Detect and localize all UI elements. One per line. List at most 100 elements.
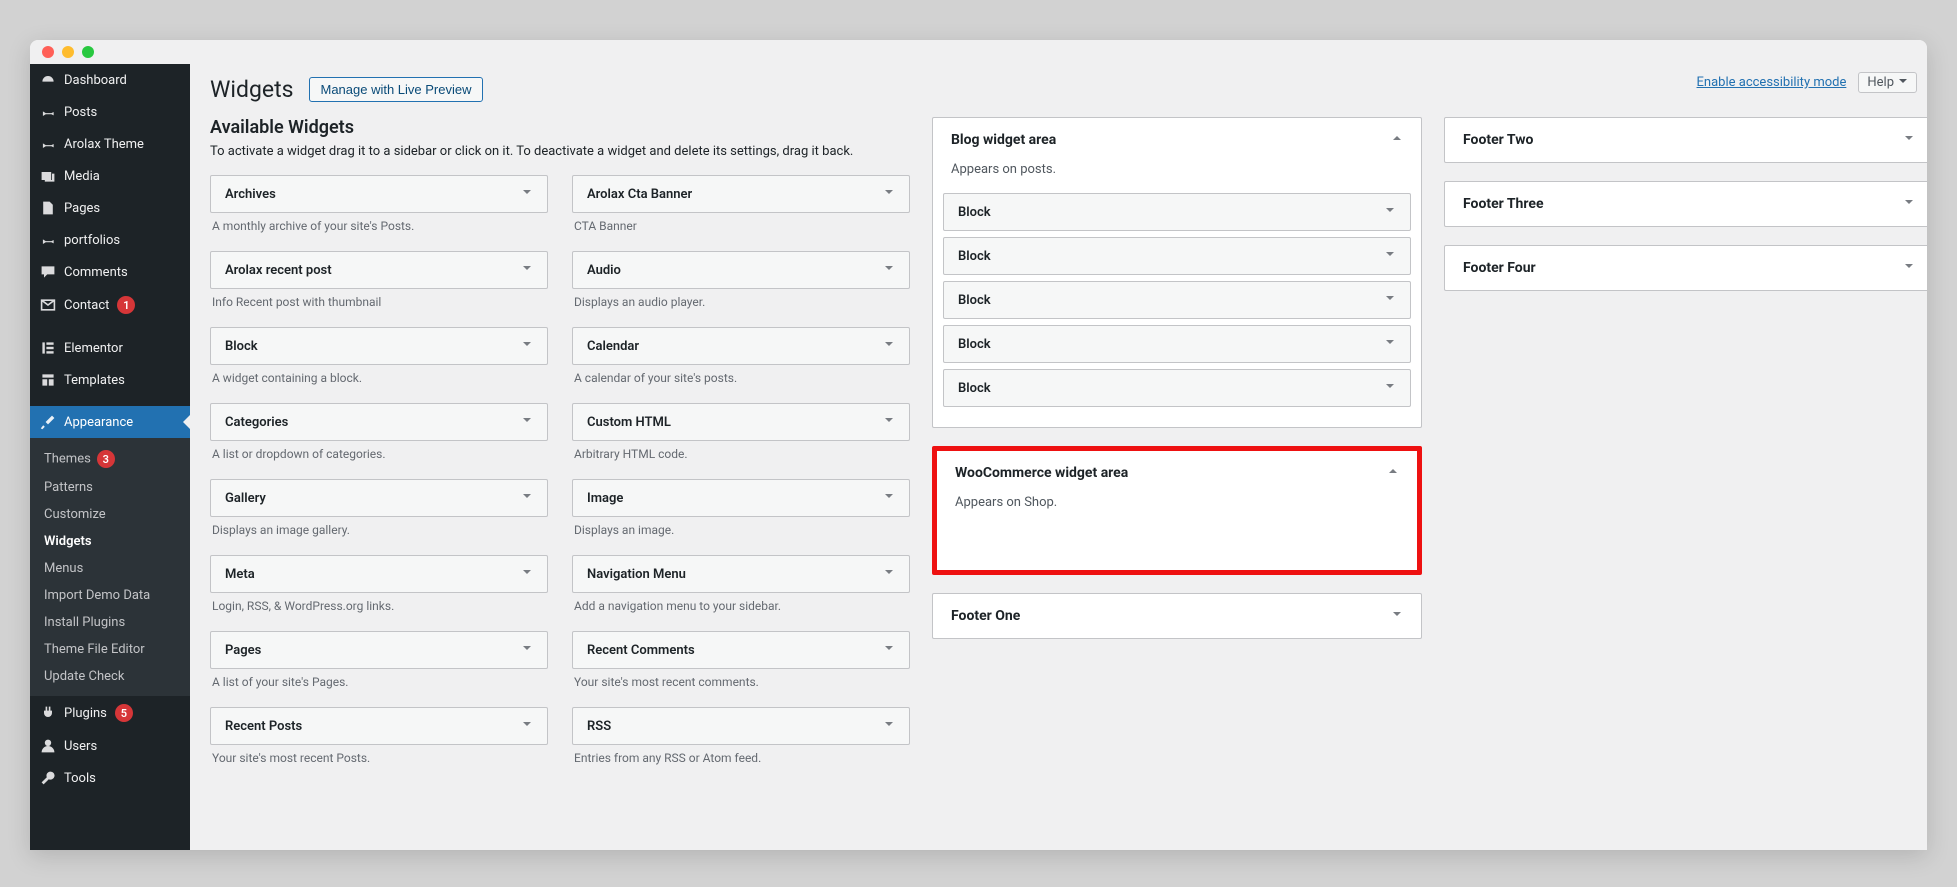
widget-block-item[interactable]: Block bbox=[943, 369, 1411, 407]
widget-description: Displays an audio player. bbox=[572, 289, 910, 319]
notification-badge: 3 bbox=[97, 450, 115, 468]
widget-block-item[interactable]: Block bbox=[943, 237, 1411, 275]
sidebar-item-elementor[interactable]: Elementor bbox=[30, 332, 190, 364]
available-widget-gallery[interactable]: Gallery bbox=[210, 479, 548, 517]
available-widget-arolax-cta-banner[interactable]: Arolax Cta Banner bbox=[572, 175, 910, 213]
sidebar-item-contact[interactable]: Contact 1 bbox=[30, 288, 190, 322]
sidebar-item-media[interactable]: Media bbox=[30, 160, 190, 192]
widget-area-footer-three: Footer Three bbox=[1444, 181, 1927, 227]
widget-name: Calendar bbox=[587, 339, 639, 354]
available-widgets-title: Available Widgets bbox=[210, 117, 910, 138]
widget-name: Categories bbox=[225, 415, 288, 430]
sidebar-item-comments[interactable]: Comments bbox=[30, 256, 190, 288]
available-widget-archives[interactable]: Archives bbox=[210, 175, 548, 213]
sidebar-item-pages[interactable]: Pages bbox=[30, 192, 190, 224]
window-zoom-button[interactable] bbox=[82, 46, 94, 58]
templates-icon bbox=[40, 372, 56, 388]
submenu-item-themes[interactable]: Themes3 bbox=[30, 444, 190, 474]
widget-name: Block bbox=[225, 339, 258, 354]
widget-block-item[interactable]: Block bbox=[943, 281, 1411, 319]
widget-area-header[interactable]: Footer Four bbox=[1445, 246, 1927, 290]
widget-block-item[interactable]: Block bbox=[943, 193, 1411, 231]
chevron-down-icon bbox=[883, 718, 895, 734]
available-widget-arolax-recent-post[interactable]: Arolax recent post bbox=[210, 251, 548, 289]
widget-description: Login, RSS, & WordPress.org links. bbox=[210, 593, 548, 623]
chevron-down-icon bbox=[1384, 292, 1396, 308]
pin-icon bbox=[40, 104, 56, 120]
available-widget-pages[interactable]: Pages bbox=[210, 631, 548, 669]
widget-name: RSS bbox=[587, 719, 611, 734]
widget-name: Meta bbox=[225, 567, 255, 582]
sidebar-item-label: Arolax Theme bbox=[64, 137, 144, 152]
widget-block-name: Block bbox=[958, 293, 991, 308]
widget-name: Navigation Menu bbox=[587, 567, 686, 582]
window-minimize-button[interactable] bbox=[62, 46, 74, 58]
sidebar-item-users[interactable]: Users bbox=[30, 730, 190, 762]
sidebar-item-dashboard[interactable]: Dashboard bbox=[30, 64, 190, 96]
sidebar-item-portfolios[interactable]: portfolios bbox=[30, 224, 190, 256]
widget-area-footer-four: Footer Four bbox=[1444, 245, 1927, 291]
submenu-item-update-check[interactable]: Update Check bbox=[30, 663, 190, 690]
available-widget-recent-comments[interactable]: Recent Comments bbox=[572, 631, 910, 669]
plugin-icon bbox=[40, 705, 56, 721]
chevron-down-icon bbox=[1384, 204, 1396, 220]
widget-area-header[interactable]: Footer Two bbox=[1445, 118, 1927, 162]
sidebar-item-templates[interactable]: Templates bbox=[30, 364, 190, 396]
notification-badge: 1 bbox=[117, 296, 135, 314]
widget-area-description: Appears on Shop. bbox=[947, 495, 1407, 520]
chevron-down-icon bbox=[1903, 260, 1915, 276]
sidebar-item-label: Appearance bbox=[64, 415, 133, 430]
sidebar-item-appearance[interactable]: Appearance bbox=[30, 406, 190, 438]
widget-area-header[interactable]: Footer One bbox=[933, 594, 1421, 638]
submenu-item-customize[interactable]: Customize bbox=[30, 501, 190, 528]
chevron-down-icon bbox=[883, 642, 895, 658]
sidebar-item-plugins[interactable]: Plugins5 bbox=[30, 696, 190, 730]
widget-description: CTA Banner bbox=[572, 213, 910, 243]
chevron-down-icon bbox=[521, 186, 533, 202]
elementor-icon bbox=[40, 340, 56, 356]
sidebar-item-label: Pages bbox=[64, 201, 100, 216]
chevron-down-icon bbox=[1384, 336, 1396, 352]
chevron-up-icon bbox=[1387, 465, 1399, 481]
sidebar-item-posts[interactable]: Posts bbox=[30, 96, 190, 128]
available-widget-audio[interactable]: Audio bbox=[572, 251, 910, 289]
window-titlebar bbox=[30, 40, 1927, 64]
available-widget-meta[interactable]: Meta bbox=[210, 555, 548, 593]
widget-areas-column-1: Blog widget areaAppears on posts.BlockBl… bbox=[932, 117, 1422, 657]
chevron-down-icon bbox=[883, 566, 895, 582]
accessibility-mode-link[interactable]: Enable accessibility mode bbox=[1697, 75, 1847, 90]
widget-area-header[interactable]: WooCommerce widget area bbox=[937, 451, 1417, 495]
available-widget-calendar[interactable]: Calendar bbox=[572, 327, 910, 365]
help-button[interactable]: Help bbox=[1858, 72, 1917, 93]
chevron-down-icon bbox=[1903, 132, 1915, 148]
submenu-item-widgets[interactable]: Widgets bbox=[30, 528, 190, 555]
widget-area-header[interactable]: Footer Three bbox=[1445, 182, 1927, 226]
comment-icon bbox=[40, 264, 56, 280]
widget-description: A calendar of your site's posts. bbox=[572, 365, 910, 395]
widget-name: Pages bbox=[225, 643, 261, 658]
available-widget-recent-posts[interactable]: Recent Posts bbox=[210, 707, 548, 745]
submenu-item-menus[interactable]: Menus bbox=[30, 555, 190, 582]
widget-description: Arbitrary HTML code. bbox=[572, 441, 910, 471]
available-widget-image[interactable]: Image bbox=[572, 479, 910, 517]
manage-live-preview-button[interactable]: Manage with Live Preview bbox=[309, 77, 482, 102]
widget-area-header[interactable]: Blog widget area bbox=[933, 118, 1421, 162]
available-widget-rss[interactable]: RSS bbox=[572, 707, 910, 745]
submenu-item-theme-file-editor[interactable]: Theme File Editor bbox=[30, 636, 190, 663]
available-widget-block[interactable]: Block bbox=[210, 327, 548, 365]
sidebar-item-label: Contact bbox=[64, 298, 109, 313]
available-widget-navigation-menu[interactable]: Navigation Menu bbox=[572, 555, 910, 593]
available-widget-categories[interactable]: Categories bbox=[210, 403, 548, 441]
available-widget-custom-html[interactable]: Custom HTML bbox=[572, 403, 910, 441]
window-close-button[interactable] bbox=[42, 46, 54, 58]
sidebar-item-arolax-theme[interactable]: Arolax Theme bbox=[30, 128, 190, 160]
submenu-item-import-demo-data[interactable]: Import Demo Data bbox=[30, 582, 190, 609]
help-label: Help bbox=[1867, 75, 1894, 90]
submenu-item-install-plugins[interactable]: Install Plugins bbox=[30, 609, 190, 636]
submenu-item-patterns[interactable]: Patterns bbox=[30, 474, 190, 501]
sidebar-item-tools[interactable]: Tools bbox=[30, 762, 190, 794]
chevron-down-icon bbox=[1903, 196, 1915, 212]
widget-block-item[interactable]: Block bbox=[943, 325, 1411, 363]
submenu-item-label: Patterns bbox=[44, 480, 93, 495]
widget-description: Your site's most recent comments. bbox=[572, 669, 910, 699]
